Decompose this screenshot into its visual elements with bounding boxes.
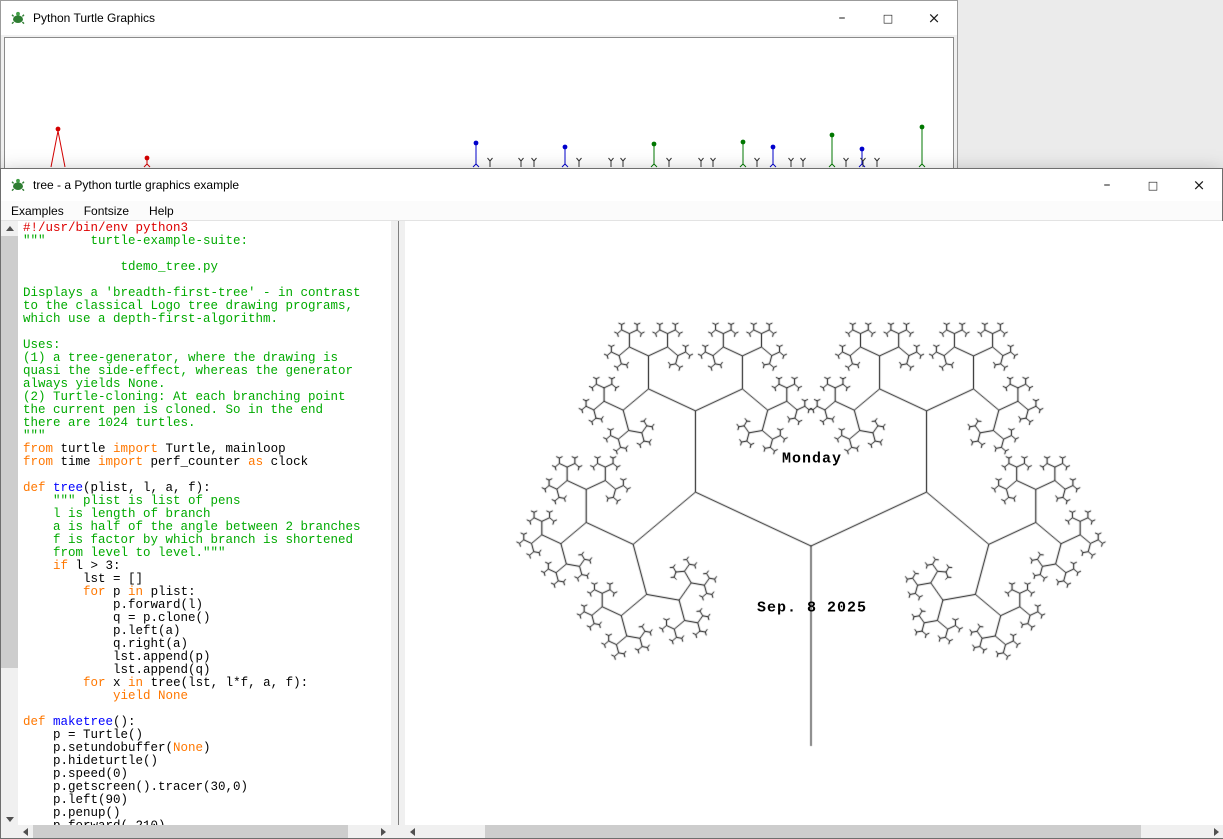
code-pane[interactable]: #!/usr/bin/env python3""" turtle-example… [18, 221, 391, 827]
back-window-title: Python Turtle Graphics [33, 11, 155, 25]
canvas-pane: Monday Sep. 8 2025 [405, 221, 1223, 827]
turtle-figure [741, 140, 746, 145]
code-line [23, 326, 391, 339]
bottom-scrollbar-strip [1, 825, 1222, 838]
code-horizontal-scrollbar[interactable] [18, 825, 391, 838]
horizontal-scrollbar-thumb[interactable] [33, 825, 348, 838]
window-content: #!/usr/bin/env python3""" turtle-example… [1, 221, 1222, 827]
turtle-figure [860, 147, 865, 152]
menu-item-fontsize[interactable]: Fontsize [74, 201, 139, 220]
front-minimize-button[interactable]: – [1084, 169, 1130, 201]
scroll-right-button[interactable] [1209, 825, 1223, 838]
turtle-figure [145, 156, 150, 161]
turtle-app-icon [10, 10, 26, 26]
front-window-title: tree - a Python turtle graphics example [33, 178, 239, 192]
front-maximize-button[interactable]: □ [1130, 169, 1176, 201]
code-line: from time import perf_counter as clock [23, 456, 391, 469]
code-line: """ turtle-example-suite: [23, 235, 391, 248]
code-text: #!/usr/bin/env python3""" turtle-example… [18, 221, 391, 827]
turtle-app-icon [10, 177, 26, 193]
turtle-figure [920, 125, 925, 130]
scroll-left-button[interactable] [405, 825, 420, 838]
arrow-left-icon [410, 828, 415, 836]
back-minimize-button[interactable]: – [819, 1, 865, 35]
arrow-right-icon [1214, 828, 1219, 836]
scrollbar-corner [1, 825, 18, 838]
turtle-figure [56, 127, 61, 132]
back-close-button[interactable]: × [911, 1, 957, 35]
pane-divider [391, 221, 405, 827]
scroll-left-button[interactable] [18, 825, 33, 838]
arrow-right-icon [381, 828, 386, 836]
turtle-figure [563, 145, 568, 150]
vertical-scrollbar-thumb[interactable] [1, 236, 18, 668]
arrow-up-icon [6, 226, 14, 231]
canvas-text-weekday: Monday [782, 451, 842, 468]
turtle-figure [771, 145, 776, 150]
desktop: Python Turtle Graphics – □ × [0, 0, 1223, 839]
code-vertical-scrollbar[interactable] [1, 221, 18, 827]
code-line: tdemo_tree.py [23, 261, 391, 274]
menu-item-examples[interactable]: Examples [1, 201, 74, 220]
back-window-titlebar[interactable]: Python Turtle Graphics – □ × [1, 1, 957, 35]
scrollbar-gap [391, 825, 405, 838]
canvas-text-date: Sep. 8 2025 [757, 600, 867, 617]
menu-item-help[interactable]: Help [139, 201, 184, 220]
scroll-up-button[interactable] [1, 221, 18, 236]
code-line: there are 1024 turtles. [23, 417, 391, 430]
back-maximize-button[interactable]: □ [865, 1, 911, 35]
turtle-canvas [405, 221, 1223, 827]
code-line: yield None [23, 690, 391, 703]
arrow-left-icon [23, 828, 28, 836]
turtle-figure [474, 141, 479, 146]
menu-bar: Examples Fontsize Help [1, 201, 1222, 221]
front-close-button[interactable]: × [1176, 169, 1222, 201]
turtle-figure [652, 142, 657, 147]
turtle-figure [830, 133, 835, 138]
front-window-titlebar[interactable]: tree - a Python turtle graphics example … [1, 169, 1222, 201]
code-line: which use a depth-first-algorithm. [23, 313, 391, 326]
front-window: tree - a Python turtle graphics example … [0, 168, 1223, 839]
arrow-down-icon [6, 817, 14, 822]
canvas-horizontal-scrollbar[interactable] [405, 825, 1223, 838]
horizontal-scrollbar-thumb[interactable] [485, 825, 1141, 838]
scroll-right-button[interactable] [376, 825, 391, 838]
